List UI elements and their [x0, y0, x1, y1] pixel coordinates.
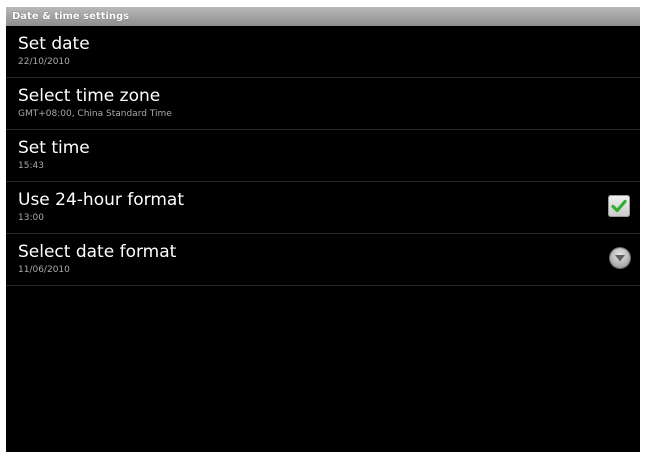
setting-title: Select time zone: [18, 86, 161, 106]
setting-summary: GMT+08:00, China Standard Time: [18, 109, 172, 119]
setting-summary: 15:43: [18, 161, 44, 171]
setting-set-time[interactable]: Set time 15:43: [6, 130, 640, 182]
chevron-down-icon: [615, 255, 625, 262]
window-title: Date & time settings: [6, 7, 640, 26]
checkmark-icon: [611, 199, 627, 213]
setting-title: Select date format: [18, 242, 177, 262]
setting-24-hour-format[interactable]: Use 24-hour format 13:00: [6, 182, 640, 234]
settings-screen: Date & time settings Set date 22/10/2010…: [6, 7, 640, 452]
setting-summary: 13:00: [18, 213, 44, 223]
setting-select-date-format[interactable]: Select date format 11/06/2010: [6, 234, 640, 286]
settings-list: Set date 22/10/2010 Select time zone GMT…: [6, 26, 640, 286]
setting-set-date[interactable]: Set date 22/10/2010: [6, 26, 640, 78]
setting-select-time-zone[interactable]: Select time zone GMT+08:00, China Standa…: [6, 78, 640, 130]
setting-title: Set time: [18, 138, 90, 158]
setting-title: Set date: [18, 34, 90, 54]
setting-summary: 11/06/2010: [18, 265, 70, 275]
date-format-dropdown[interactable]: [610, 248, 630, 268]
24-hour-checkbox[interactable]: [608, 195, 630, 217]
setting-summary: 22/10/2010: [18, 57, 70, 67]
setting-title: Use 24-hour format: [18, 190, 184, 210]
